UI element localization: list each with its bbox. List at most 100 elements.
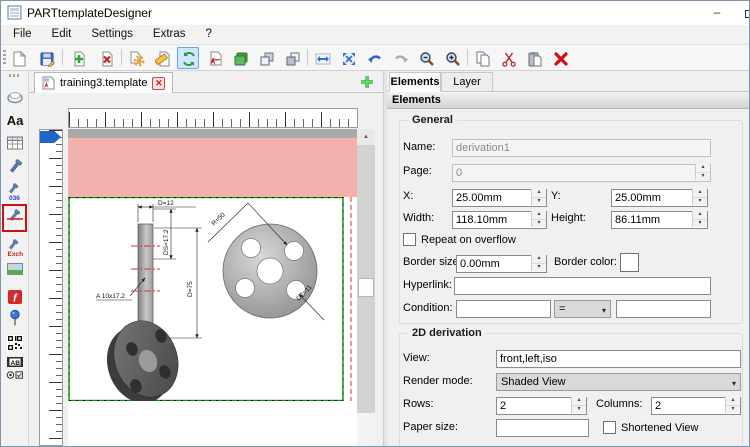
toolbar-grip[interactable] bbox=[3, 50, 6, 66]
template-page[interactable]: D=12 DS=17.2 D=75 A 10x17.2 R=50 D2=11 bbox=[68, 129, 357, 446]
columns-stepper[interactable]: ▴▾ bbox=[651, 396, 741, 414]
image-tool[interactable] bbox=[4, 258, 26, 280]
spin-down-icon[interactable]: ▾ bbox=[532, 220, 546, 228]
paste-icon[interactable] bbox=[523, 47, 545, 69]
new-file-icon[interactable] bbox=[7, 47, 29, 69]
page-format-icon[interactable] bbox=[151, 47, 173, 69]
copy-icon[interactable] bbox=[471, 47, 493, 69]
header-band[interactable] bbox=[68, 138, 357, 197]
part-exchange-tool[interactable]: Exch bbox=[4, 237, 26, 259]
save-icon[interactable] bbox=[35, 47, 57, 69]
text-tool[interactable]: Aa bbox=[4, 110, 26, 132]
document-tab[interactable]: training3.template ✕ bbox=[34, 72, 173, 93]
height-label: Height: bbox=[551, 212, 586, 224]
condition-operator-select[interactable]: =▾ bbox=[554, 300, 611, 318]
part-number-tool[interactable]: 036 bbox=[4, 181, 26, 203]
document-tab-label: training3.template bbox=[60, 77, 147, 89]
add-tab-icon[interactable] bbox=[359, 74, 375, 90]
sidebar-grip[interactable] bbox=[9, 74, 21, 77]
x-stepper[interactable]: ▴▾ bbox=[452, 188, 547, 206]
menu-help[interactable]: ? bbox=[196, 25, 222, 44]
spin-up-icon[interactable]: ▴ bbox=[532, 255, 546, 264]
refresh-icon[interactable] bbox=[177, 47, 199, 69]
export-image-icon[interactable] bbox=[229, 47, 251, 69]
cut-icon[interactable] bbox=[497, 47, 519, 69]
menu-edit[interactable]: Edit bbox=[42, 25, 82, 44]
hyperlink-field[interactable] bbox=[454, 277, 711, 295]
close-tab-icon[interactable]: ✕ bbox=[152, 77, 165, 90]
tab-elements[interactable]: Elements bbox=[389, 72, 441, 92]
condition-field-1[interactable] bbox=[456, 300, 551, 318]
export-pdf-icon[interactable] bbox=[203, 47, 225, 69]
height-stepper[interactable]: ▴▾ bbox=[611, 210, 708, 228]
delete-page-icon[interactable] bbox=[95, 47, 117, 69]
formfield-tool[interactable] bbox=[4, 367, 26, 381]
qrcode-tool[interactable] bbox=[4, 332, 26, 354]
spin-up-icon[interactable]: ▴ bbox=[696, 164, 710, 173]
spin-down-icon[interactable]: ▾ bbox=[532, 198, 546, 206]
table-tool[interactable] bbox=[4, 132, 26, 154]
paper-size-field[interactable] bbox=[496, 419, 589, 437]
delete-icon[interactable] bbox=[549, 47, 571, 69]
stamp-tool[interactable] bbox=[4, 86, 26, 108]
undo-icon[interactable] bbox=[363, 47, 385, 69]
spin-down-icon[interactable]: ▾ bbox=[693, 220, 707, 228]
condition-label: Condition: bbox=[403, 302, 453, 314]
width-dim-label: D=12 bbox=[158, 200, 174, 207]
name-field[interactable] bbox=[452, 139, 711, 157]
spin-up-icon[interactable]: ▴ bbox=[532, 189, 546, 198]
tab-layer[interactable]: Layer bbox=[441, 72, 493, 92]
spin-up-icon[interactable]: ▴ bbox=[693, 189, 707, 198]
spin-down-icon[interactable]: ▾ bbox=[696, 173, 710, 181]
border-color-swatch[interactable] bbox=[620, 253, 639, 272]
selected-tool-highlight bbox=[2, 204, 27, 232]
scrollbar-thumb[interactable] bbox=[358, 278, 374, 297]
page-stepper[interactable]: ▴▾ bbox=[452, 163, 711, 181]
rows-stepper[interactable]: ▴▾ bbox=[496, 396, 587, 414]
menu-settings[interactable]: Settings bbox=[81, 25, 143, 44]
derivation-group-title: 2D derivation bbox=[408, 327, 486, 339]
add-page-icon[interactable] bbox=[67, 47, 89, 69]
redo-icon[interactable] bbox=[389, 47, 411, 69]
menu-file[interactable]: File bbox=[3, 25, 42, 44]
page-settings-icon[interactable] bbox=[125, 47, 147, 69]
derivation-drawing: D=12 DS=17.2 D=75 A 10x17.2 R=50 D2=11 bbox=[68, 197, 357, 401]
part-tool[interactable] bbox=[4, 156, 26, 178]
vertical-scrollbar[interactable]: ▲ bbox=[357, 129, 375, 446]
spin-down-icon[interactable]: ▾ bbox=[532, 264, 546, 272]
render-mode-select[interactable]: Shaded View▾ bbox=[496, 373, 741, 391]
spin-up-icon[interactable]: ▴ bbox=[572, 397, 586, 406]
order-raise-icon[interactable] bbox=[255, 47, 277, 69]
repeat-on-overflow-checkbox[interactable] bbox=[403, 233, 416, 246]
view-field[interactable] bbox=[496, 350, 741, 368]
callout-label: A 10x17.2 bbox=[96, 293, 125, 300]
width-stepper[interactable]: ▴▾ bbox=[452, 210, 547, 228]
hyperlink-label: Hyperlink: bbox=[403, 279, 452, 291]
order-lower-icon[interactable] bbox=[281, 47, 303, 69]
spin-down-icon[interactable]: ▾ bbox=[572, 406, 586, 414]
spin-up-icon[interactable]: ▴ bbox=[532, 211, 546, 220]
spin-down-icon[interactable]: ▾ bbox=[693, 198, 707, 206]
flash-tool[interactable]: f bbox=[4, 286, 26, 308]
spin-up-icon[interactable]: ▴ bbox=[726, 397, 740, 406]
pin-tool[interactable] bbox=[4, 307, 26, 329]
fit-page-icon[interactable] bbox=[337, 47, 359, 69]
maximize-button[interactable] bbox=[745, 10, 750, 18]
repeat-on-overflow-label: Repeat on overflow bbox=[421, 234, 516, 246]
spin-down-icon[interactable]: ▾ bbox=[726, 406, 740, 414]
textfield-tool[interactable]: AB bbox=[4, 354, 26, 368]
spin-up-icon[interactable]: ▴ bbox=[693, 211, 707, 220]
minimize-button[interactable]: – bbox=[701, 1, 733, 25]
border-size-label: Border size: bbox=[403, 256, 462, 268]
menu-extras[interactable]: Extras bbox=[143, 25, 196, 44]
scroll-up-icon[interactable]: ▲ bbox=[357, 129, 375, 145]
shortened-view-checkbox[interactable] bbox=[603, 421, 616, 434]
condition-field-2[interactable] bbox=[616, 300, 711, 318]
zoom-out-icon[interactable] bbox=[415, 47, 437, 69]
border-size-stepper[interactable]: ▴▾ bbox=[456, 254, 547, 272]
scrollbar-track[interactable] bbox=[357, 129, 375, 413]
y-stepper[interactable]: ▴▾ bbox=[611, 188, 708, 206]
zoom-in-icon[interactable] bbox=[441, 47, 463, 69]
canvas-viewport[interactable]: D=12 DS=17.2 D=75 A 10x17.2 R=50 D2=11 ▲ bbox=[29, 93, 383, 446]
fit-width-icon[interactable] bbox=[311, 47, 333, 69]
